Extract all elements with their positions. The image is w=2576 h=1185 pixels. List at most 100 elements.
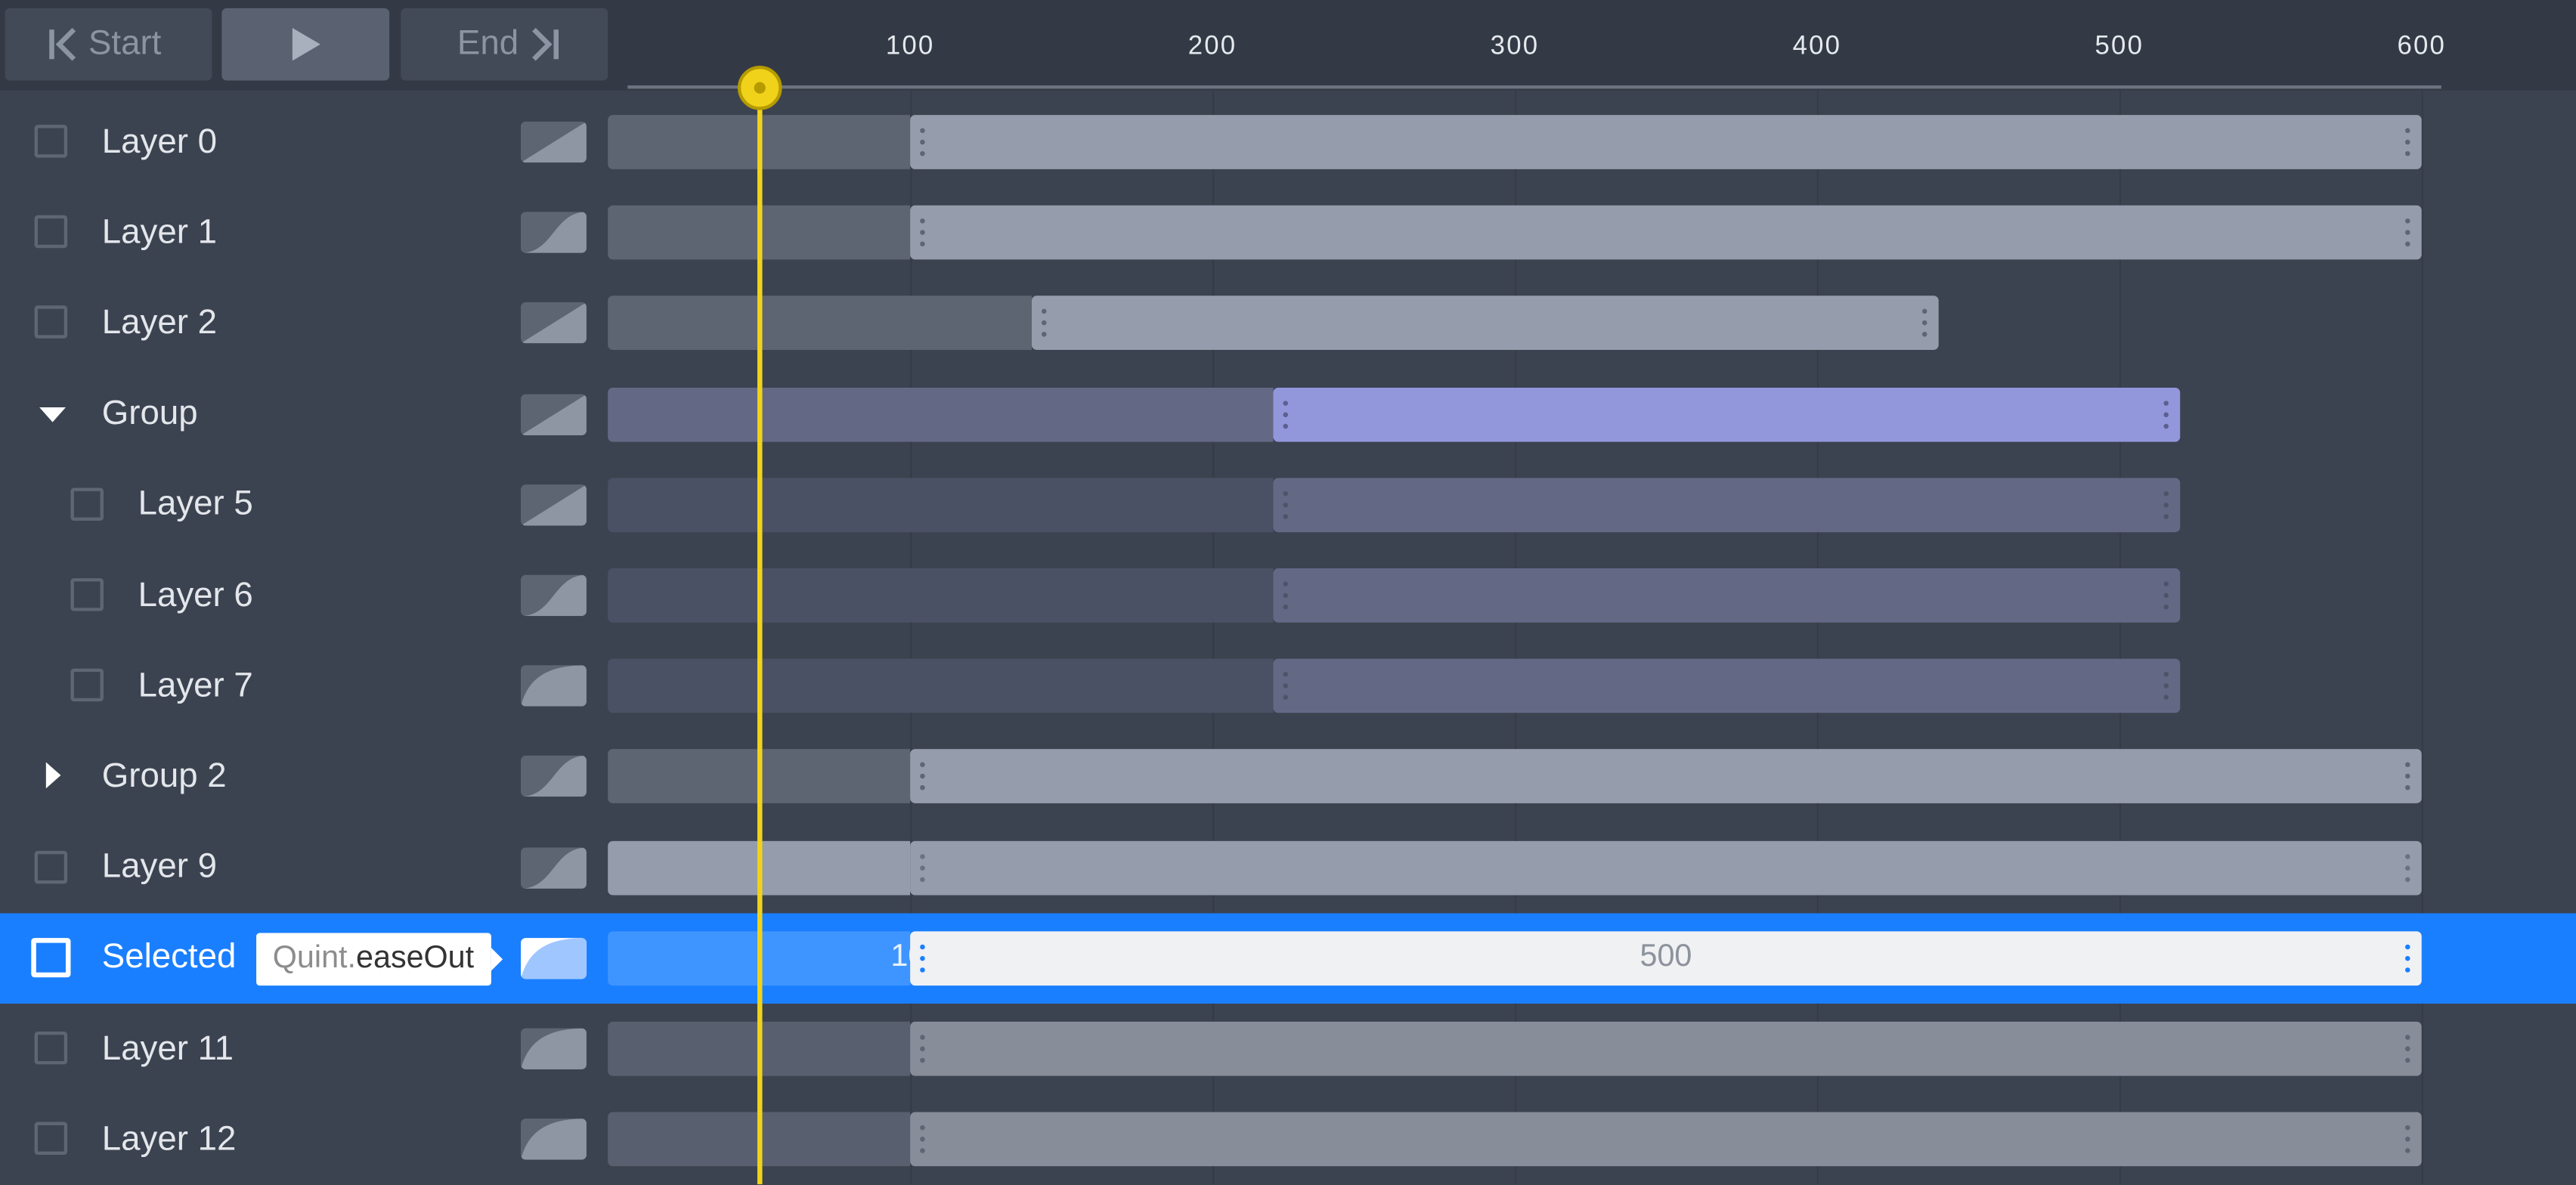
duration-bar[interactable] [910, 206, 2422, 260]
layer-name: Layer 12 [101, 1119, 237, 1158]
layer-row[interactable]: Layer 0 [0, 97, 2576, 187]
layer-visibility-checkbox[interactable] [31, 937, 71, 977]
start-label: Start [88, 24, 162, 63]
easing-curve-icon[interactable] [520, 212, 587, 254]
ruler-tick-label: 600 [2397, 32, 2447, 61]
bar-right-handle[interactable] [2163, 400, 2169, 429]
duration-bar[interactable] [910, 1112, 2422, 1167]
layer-row[interactable]: Layer 9 [0, 822, 2576, 913]
layer-name: Layer 9 [101, 847, 218, 886]
bar-right-handle[interactable] [2163, 490, 2169, 519]
bar-left-handle[interactable] [920, 763, 925, 791]
bar-left-handle[interactable] [920, 128, 925, 156]
bar-right-handle[interactable] [1921, 309, 1927, 338]
playhead-line[interactable] [757, 87, 763, 1185]
bar-left-handle[interactable] [1283, 672, 1288, 701]
easing-curve-icon[interactable] [520, 574, 587, 617]
skip-to-end-icon [531, 27, 559, 61]
bar-left-handle[interactable] [920, 853, 925, 882]
ruler-tick-label: 500 [2095, 32, 2144, 61]
play-button[interactable] [221, 8, 390, 81]
layer-row[interactable]: Group 2 [0, 732, 2576, 822]
duration-bar[interactable] [1031, 296, 1938, 351]
duration-bar[interactable] [910, 840, 2422, 895]
layer-visibility-checkbox[interactable] [34, 215, 68, 249]
easing-curve-icon[interactable] [520, 756, 587, 797]
layer-name: Group [101, 394, 198, 432]
layer-row[interactable]: Layer 5 [0, 459, 2576, 550]
bar-left-handle[interactable] [1283, 581, 1288, 610]
bar-left-handle[interactable] [920, 218, 925, 247]
timeline-app: Start End 100 200 300 400 500 600 Layer 0 Laye… [0, 0, 2576, 1185]
duration-bar[interactable]: 500 [910, 930, 2422, 985]
duration-bar[interactable] [910, 1021, 2422, 1076]
bar-left-handle[interactable] [1283, 490, 1288, 519]
bar-right-handle[interactable] [2405, 1125, 2410, 1154]
bar-right-handle[interactable] [2163, 672, 2169, 701]
layer-visibility-checkbox[interactable] [34, 849, 68, 883]
easing-curve-icon[interactable] [520, 1028, 587, 1069]
layer-visibility-checkbox[interactable] [70, 578, 104, 611]
bar-left-handle[interactable] [1041, 309, 1046, 338]
bar-right-handle[interactable] [2405, 218, 2410, 247]
playhead-handle[interactable] [737, 65, 782, 110]
duration-bar[interactable] [1273, 387, 2180, 441]
easing-curve-icon[interactable] [520, 1118, 587, 1160]
ruler-baseline [627, 85, 2441, 89]
bar-right-handle[interactable] [2405, 853, 2410, 882]
easing-curve-icon[interactable] [520, 393, 587, 435]
layer-name: Group 2 [101, 756, 227, 795]
duration-bar[interactable] [910, 749, 2422, 804]
bar-left-handle[interactable] [920, 944, 925, 973]
bar-right-handle[interactable] [2405, 1035, 2410, 1063]
layer-row[interactable]: Layer 2 [0, 278, 2576, 369]
bar-left-handle[interactable] [920, 1035, 925, 1063]
layer-name: Layer 11 [101, 1029, 234, 1067]
layer-visibility-checkbox[interactable] [34, 125, 68, 158]
easing-curve-icon[interactable] [520, 121, 587, 163]
easing-curve-icon[interactable] [520, 665, 587, 707]
ruler-tick-label: 100 [885, 32, 935, 61]
layer-name: Layer 0 [101, 122, 218, 160]
layer-row[interactable]: Layer 11 [0, 1004, 2576, 1094]
duration-bar[interactable] [1273, 568, 2180, 623]
bar-left-handle[interactable] [1283, 400, 1288, 429]
bar-right-handle[interactable] [2163, 581, 2169, 610]
caret-down-icon[interactable] [39, 407, 66, 422]
duration-bar[interactable] [910, 115, 2422, 169]
caret-right-icon[interactable] [45, 763, 61, 790]
layer-row[interactable]: Layer 7 [0, 641, 2576, 732]
layer-name: Layer 1 [101, 212, 218, 251]
easing-curve-icon[interactable] [520, 846, 587, 888]
layer-visibility-checkbox[interactable] [70, 487, 104, 521]
bar-right-handle[interactable] [2405, 128, 2410, 156]
easing-tooltip: Quint. easeOut [256, 933, 502, 986]
transport-toolbar: Start End [0, 0, 628, 91]
layer-row[interactable]: Layer 12 [0, 1094, 2576, 1184]
layer-visibility-checkbox[interactable] [34, 306, 68, 339]
layer-visibility-checkbox[interactable] [34, 1031, 68, 1065]
layer-visibility-checkbox[interactable] [70, 669, 104, 702]
end-button[interactable]: End [401, 8, 608, 81]
delay-segment [608, 296, 1032, 351]
time-ruler[interactable]: 100 200 300 400 500 600 [627, 0, 2576, 91]
bar-right-handle[interactable] [2405, 944, 2410, 973]
easing-curve-icon[interactable] [520, 937, 587, 979]
duration-bar[interactable] [1273, 658, 2180, 713]
start-button[interactable]: Start [5, 8, 212, 81]
layer-row[interactable]: Layer 1 [0, 187, 2576, 278]
end-label: End [457, 24, 519, 63]
delay-segment [608, 658, 1274, 713]
layer-row[interactable]: Layer 6 [0, 550, 2576, 641]
easing-curve-icon[interactable] [520, 484, 587, 526]
layer-row[interactable]: Group [0, 369, 2576, 459]
duration-bar[interactable] [1273, 478, 2180, 532]
easing-curve-icon[interactable] [520, 302, 587, 345]
layer-name: Selected [101, 938, 237, 976]
play-icon [292, 27, 320, 61]
layer-visibility-checkbox[interactable] [34, 1122, 68, 1156]
bar-right-handle[interactable] [2405, 763, 2410, 791]
bar-left-handle[interactable] [920, 1125, 925, 1154]
layer-name: Layer 2 [101, 303, 218, 342]
ruler-tick-label: 200 [1187, 32, 1237, 61]
